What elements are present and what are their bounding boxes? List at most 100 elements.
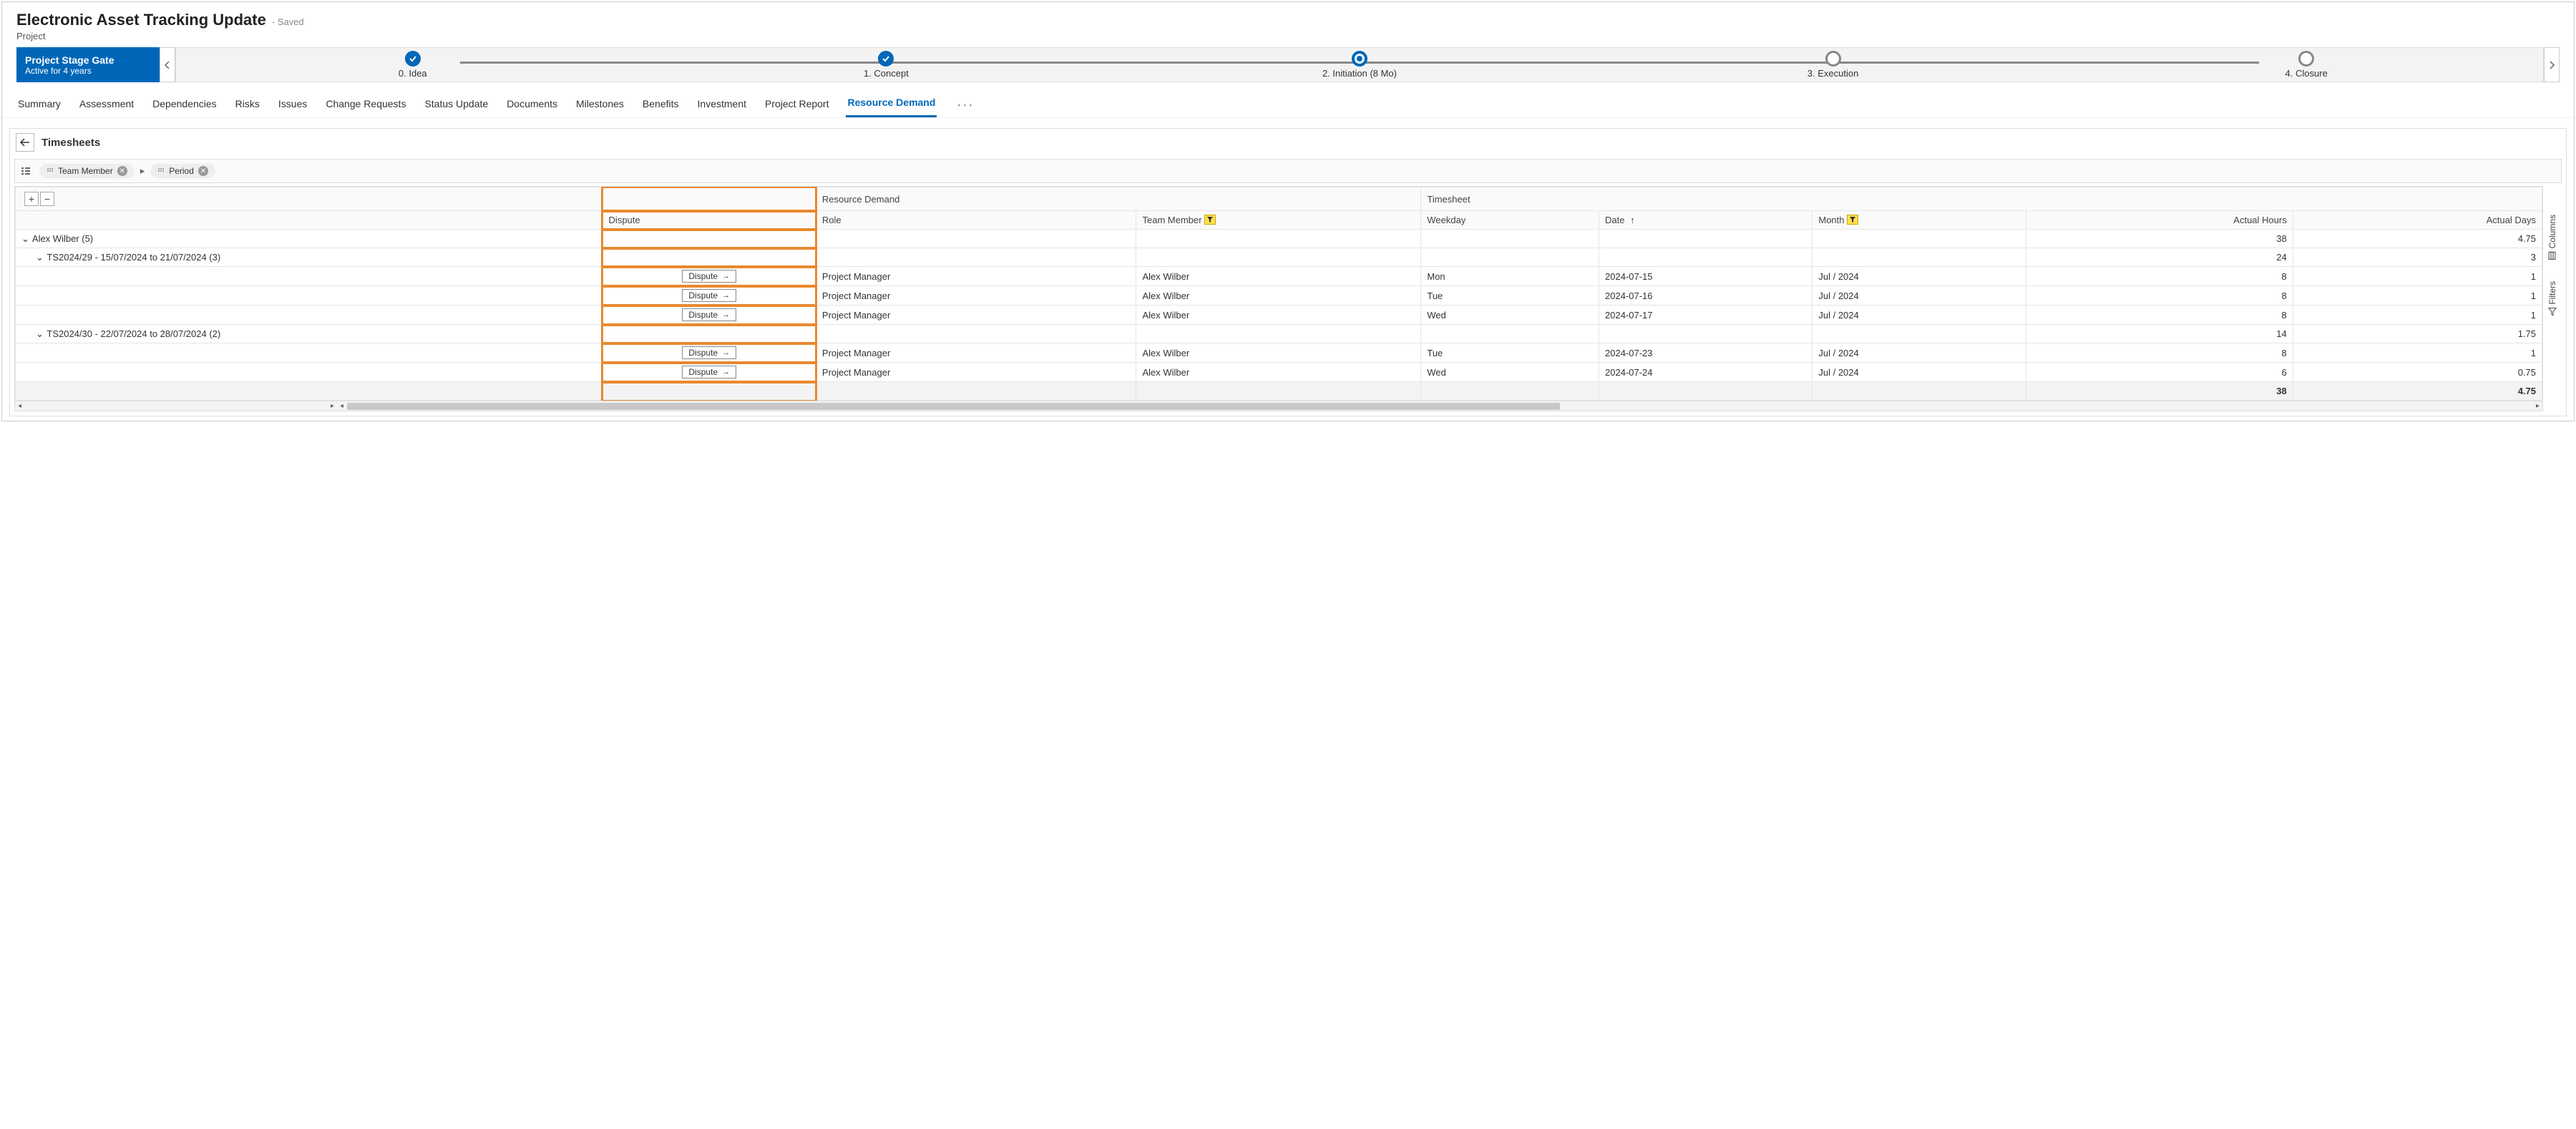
stage-label: 1. Concept xyxy=(861,68,912,79)
group-row[interactable]: ⌄ Alex Wilber (5)384.75 xyxy=(16,230,2542,248)
tab-benefits[interactable]: Benefits xyxy=(641,94,680,117)
member-cell: Alex Wilber xyxy=(1136,343,1421,363)
tab-risks[interactable]: Risks xyxy=(234,94,261,117)
date-cell: 2024-07-15 xyxy=(1599,267,1813,286)
stage-next-button[interactable] xyxy=(2544,47,2560,82)
sort-ascending-icon: ↑ xyxy=(1630,215,1635,225)
date-cell: 2024-07-23 xyxy=(1599,343,1813,363)
filter-active-icon[interactable] xyxy=(1847,215,1858,225)
dispute-button-label: Dispute xyxy=(688,367,718,377)
tab-change-requests[interactable]: Change Requests xyxy=(324,94,407,117)
tab-documents[interactable]: Documents xyxy=(505,94,559,117)
dispute-button[interactable]: Dispute→ xyxy=(682,270,736,283)
role-cell: Project Manager xyxy=(816,267,1136,286)
subgroup-row[interactable]: ⌄ TS2024/29 - 15/07/2024 to 21/07/2024 (… xyxy=(16,248,2542,267)
hours-cell: 6 xyxy=(2026,363,2293,382)
table-row[interactable]: Dispute→Project ManagerAlex WilberTue202… xyxy=(16,286,2542,306)
month-cell: Jul / 2024 xyxy=(1813,286,2026,306)
table-row[interactable]: Dispute→Project ManagerAlex WilberWed202… xyxy=(16,306,2542,325)
actual-days-column-header[interactable]: Actual Days xyxy=(2293,211,2542,230)
dispute-button[interactable]: Dispute→ xyxy=(682,308,736,321)
stage-3[interactable]: 3. Execution xyxy=(1596,51,2070,79)
chevron-down-icon[interactable]: ⌄ xyxy=(36,328,44,340)
filter-active-icon[interactable] xyxy=(1204,215,1216,225)
tab-investment[interactable]: Investment xyxy=(696,94,748,117)
table-row[interactable]: Dispute→Project ManagerAlex WilberMon202… xyxy=(16,267,2542,286)
weekday-column-header[interactable]: Weekday xyxy=(1421,211,1599,230)
chevron-down-icon[interactable]: ⌄ xyxy=(36,252,44,263)
hours-cell: 8 xyxy=(2026,267,2293,286)
stage-gate-label: Project Stage Gate Active for 4 years xyxy=(16,47,160,82)
month-column-header[interactable]: Month xyxy=(1813,211,2026,230)
date-column-header[interactable]: Date ↑ xyxy=(1599,211,1813,230)
weekday-cell: Wed xyxy=(1421,363,1599,382)
stage-1[interactable]: 1. Concept xyxy=(650,51,1123,79)
timesheet-super-header: Timesheet xyxy=(1421,187,2542,211)
group-settings-icon[interactable] xyxy=(21,166,34,176)
tab-resource-demand[interactable]: Resource Demand xyxy=(846,92,937,117)
stage-gate-subtitle: Active for 4 years xyxy=(25,66,151,76)
back-button[interactable] xyxy=(16,133,34,152)
dispute-button[interactable]: Dispute→ xyxy=(682,346,736,359)
hours-cell: 8 xyxy=(2026,343,2293,363)
role-cell: Project Manager xyxy=(816,363,1136,382)
columns-panel-toggle[interactable]: Columns xyxy=(2547,215,2557,260)
horizontal-scrollbar-left[interactable]: ◂ ▸ xyxy=(15,401,337,411)
group-label[interactable]: ⌄ Alex Wilber (5) xyxy=(16,230,603,248)
subgroup-label[interactable]: ⌄ TS2024/29 - 15/07/2024 to 21/07/2024 (… xyxy=(16,248,603,267)
month-cell: Jul / 2024 xyxy=(1813,306,2026,325)
tab-project-report[interactable]: Project Report xyxy=(763,94,830,117)
filters-panel-toggle[interactable]: Filters xyxy=(2547,281,2557,316)
stage-4[interactable]: 4. Closure xyxy=(2069,51,2543,79)
side-tab-label: Filters xyxy=(2547,281,2557,305)
stage-track: 0. Idea 1. Concept 2. Initiation (8 Mo) 3. … xyxy=(175,47,2544,82)
group-chip-team-member[interactable]: Team Member ✕ xyxy=(39,164,135,178)
actual-hours-column-header[interactable]: Actual Hours xyxy=(2026,211,2293,230)
remove-chip-icon[interactable]: ✕ xyxy=(198,166,208,176)
dispute-button[interactable]: Dispute→ xyxy=(682,289,736,302)
expand-all-button[interactable]: + xyxy=(24,192,39,206)
tab-milestones[interactable]: Milestones xyxy=(575,94,625,117)
dispute-cell xyxy=(602,248,816,267)
stage-prev-button[interactable] xyxy=(160,47,175,82)
stage-gate-title: Project Stage Gate xyxy=(25,54,151,66)
cell xyxy=(1813,230,2026,248)
subgroup-row[interactable]: ⌄ TS2024/30 - 22/07/2024 to 28/07/2024 (… xyxy=(16,325,2542,343)
cell xyxy=(816,248,1136,267)
tab-issues[interactable]: Issues xyxy=(277,94,308,117)
dispute-column-header[interactable]: Dispute xyxy=(602,211,816,230)
tree-column-header[interactable] xyxy=(16,211,603,230)
role-cell: Project Manager xyxy=(816,343,1136,363)
stage-label: 2. Initiation (8 Mo) xyxy=(1319,68,1400,79)
chevron-down-icon[interactable]: ⌄ xyxy=(21,233,30,245)
tab-overflow-button[interactable]: ··· xyxy=(952,97,978,112)
stage-2[interactable]: 2. Initiation (8 Mo) xyxy=(1123,51,1596,79)
team-member-column-header[interactable]: Team Member xyxy=(1136,211,1421,230)
dispute-button[interactable]: Dispute→ xyxy=(682,366,736,378)
stage-0[interactable]: 0. Idea xyxy=(176,51,650,79)
role-column-header[interactable]: Role xyxy=(816,211,1136,230)
role-cell: Project Manager xyxy=(816,306,1136,325)
columns-icon xyxy=(2548,251,2557,260)
dispute-cell: Dispute→ xyxy=(602,343,816,363)
dispute-cell xyxy=(602,230,816,248)
tab-assessment[interactable]: Assessment xyxy=(78,94,135,117)
subgroup-hours: 14 xyxy=(2026,325,2293,343)
weekday-cell: Tue xyxy=(1421,286,1599,306)
remove-chip-icon[interactable]: ✕ xyxy=(117,166,127,176)
group-chip-period[interactable]: Period ✕ xyxy=(150,164,215,178)
tab-dependencies[interactable]: Dependencies xyxy=(151,94,218,117)
subgroup-label[interactable]: ⌄ TS2024/30 - 22/07/2024 to 28/07/2024 (… xyxy=(16,325,603,343)
days-cell: 1 xyxy=(2293,286,2542,306)
hours-cell: 8 xyxy=(2026,306,2293,325)
collapse-all-button[interactable]: − xyxy=(40,192,54,206)
table-row[interactable]: Dispute→Project ManagerAlex WilberTue202… xyxy=(16,343,2542,363)
horizontal-scrollbar-right[interactable]: ◂ ▸ xyxy=(337,401,2542,411)
tab-status-update[interactable]: Status Update xyxy=(423,94,489,117)
row-tree-cell xyxy=(16,306,603,325)
side-tab-label: Columns xyxy=(2547,215,2557,248)
tab-summary[interactable]: Summary xyxy=(16,94,62,117)
table-row[interactable]: Dispute→Project ManagerAlex WilberWed202… xyxy=(16,363,2542,382)
expand-collapse-header: + − xyxy=(16,187,603,211)
cell xyxy=(816,230,1136,248)
